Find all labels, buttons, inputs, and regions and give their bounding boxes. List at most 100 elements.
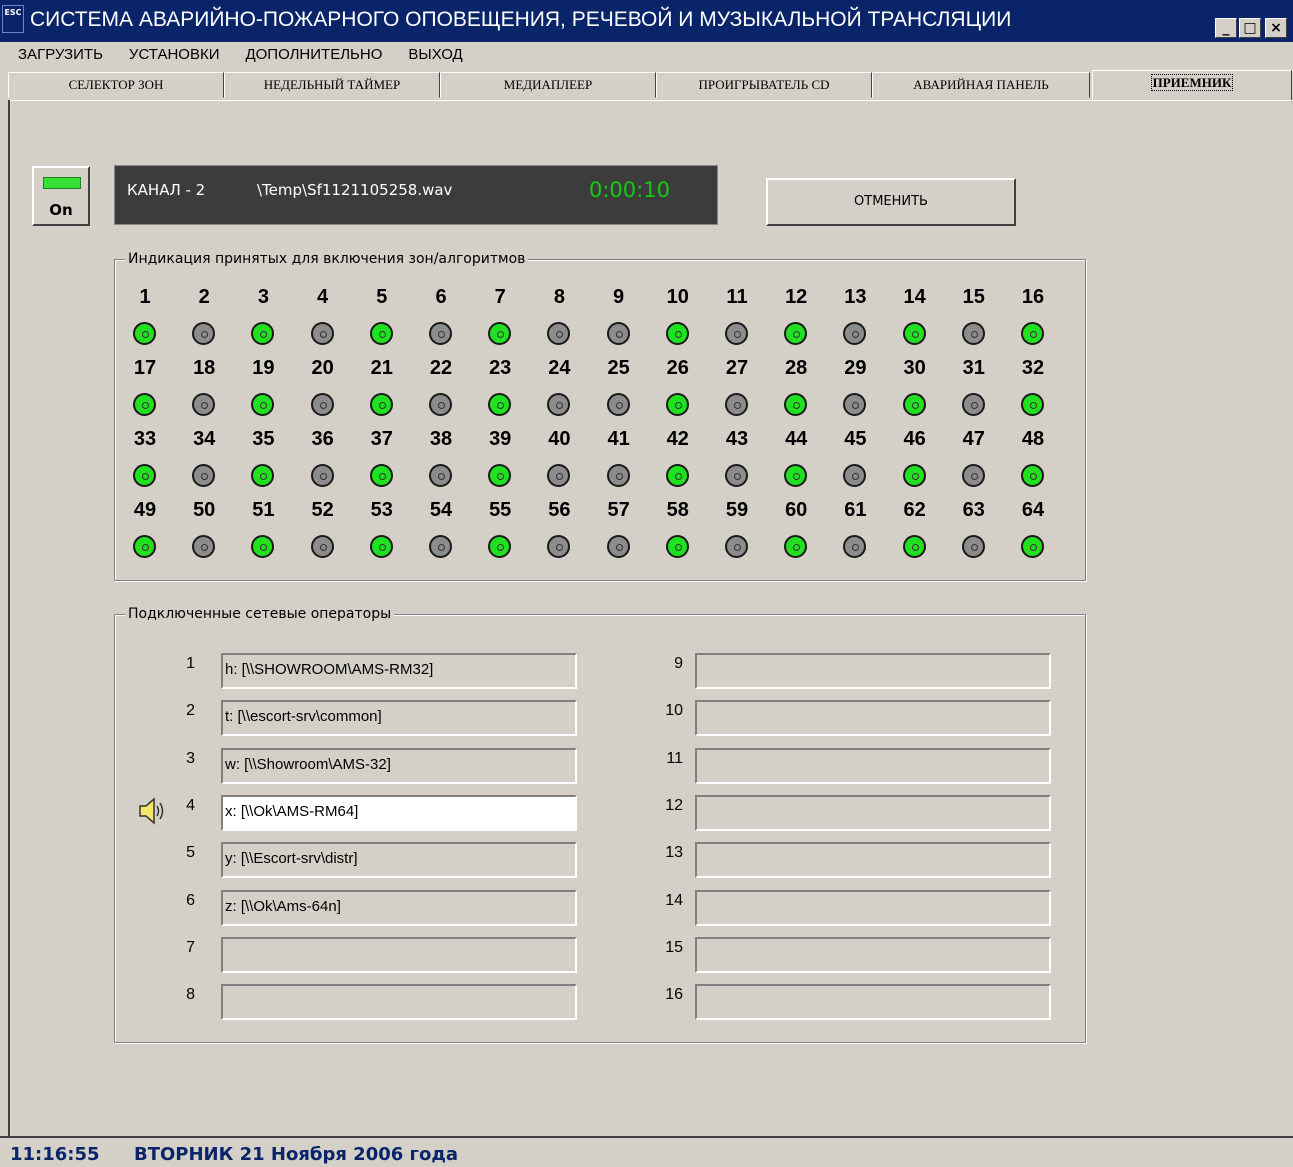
tab-cd-player[interactable]: ПРОИГРЫВАТЕЛЬ CD	[656, 72, 872, 98]
operator-field[interactable]	[221, 936, 577, 973]
zone-number: 26	[666, 357, 689, 379]
zone-number: 24	[548, 357, 571, 379]
operators-legend: Подключенные сетевые операторы	[125, 606, 395, 622]
zone-led	[133, 535, 156, 558]
operator-field[interactable]	[695, 700, 1051, 737]
file-path: \Temp\Sf1121105258.wav	[257, 181, 453, 199]
zone-number: 14	[903, 286, 926, 308]
zone-led	[725, 535, 748, 558]
playback-timer: 0:00:10	[589, 178, 670, 202]
operator-field[interactable]	[695, 936, 1051, 973]
menu-load[interactable]: ЗАГРУЗИТЬ	[0, 46, 111, 63]
channel-label: КАНАЛ - 2	[127, 181, 206, 199]
zone-number: 6	[435, 286, 447, 308]
panel-left-border	[8, 100, 10, 1136]
zone-number: 25	[607, 357, 630, 379]
zone-led	[902, 464, 926, 487]
zone-number: 49	[133, 499, 157, 521]
zone-led	[133, 322, 156, 345]
window-title: СИСТЕМА АВАРИЙНО-ПОЖАРНОГО ОПОВЕЩЕНИЯ, Р…	[30, 8, 1012, 31]
operator-field[interactable]: z: [\\Ok\Ams-64n]	[221, 889, 577, 926]
zone-number: 13	[844, 286, 867, 308]
zone-number: 23	[489, 357, 512, 379]
zone-led	[1021, 464, 1044, 487]
zone-led	[251, 535, 275, 558]
operator-field[interactable]: x: [\\Ok\AMS-RM64]	[221, 794, 577, 831]
zone-number: 47	[962, 428, 985, 450]
zones-legend: Индикация принятых для включения зон/алг…	[125, 251, 529, 267]
zone-led	[961, 464, 985, 487]
operator-number: 4	[186, 796, 195, 814]
on-indicator[interactable]: On	[32, 166, 90, 226]
operator-field[interactable]	[695, 794, 1051, 831]
zone-number: 39	[489, 428, 512, 450]
menu-exit[interactable]: ВЫХОД	[390, 46, 470, 63]
zone-number: 3	[257, 286, 269, 308]
zone-led	[547, 393, 571, 416]
operator-number: 5	[186, 844, 195, 862]
operator-number: 16	[665, 986, 683, 1004]
zone-number: 22	[429, 357, 453, 379]
zone-number: 17	[133, 357, 157, 379]
zone-led	[133, 464, 156, 487]
operator-field[interactable]	[695, 984, 1051, 1021]
zone-number: 11	[726, 286, 748, 308]
menu-additional[interactable]: ДОПОЛНИТЕЛЬНО	[227, 46, 390, 63]
close-button[interactable]: ×	[1265, 18, 1287, 38]
tab-media-player[interactable]: МЕДИАПЛЕЕР	[440, 72, 656, 98]
zone-led	[606, 464, 630, 487]
zone-number: 54	[429, 499, 453, 521]
zone-led	[192, 393, 216, 416]
zone-led	[251, 322, 275, 345]
zone-led	[902, 322, 926, 345]
zone-led	[488, 464, 512, 487]
tab-zone-selector[interactable]: СЕЛЕКТОР ЗОН	[8, 72, 224, 98]
cancel-button[interactable]: ОТМЕНИТЬ	[766, 178, 1016, 226]
status-time: 11:16:55	[10, 1144, 100, 1165]
status-bar: 11:16:55 ВТОРНИК 21 Ноября 2006 года	[0, 1136, 1293, 1167]
zone-led	[547, 464, 571, 487]
zone-led	[310, 322, 334, 345]
zone-number: 43	[725, 428, 749, 450]
operator-field[interactable]: w: [\\Showroom\AMS-32]	[221, 747, 577, 784]
zone-number: 63	[962, 499, 985, 521]
zone-led	[429, 535, 452, 558]
zone-number: 58	[666, 499, 689, 521]
menu-settings[interactable]: УСТАНОВКИ	[111, 46, 228, 63]
operator-field[interactable]: y: [\\Escort-srv\distr]	[221, 842, 577, 879]
operator-number: 7	[186, 938, 195, 956]
operator-field[interactable]	[695, 889, 1051, 926]
zone-number: 45	[844, 428, 867, 450]
zone-led	[902, 535, 926, 558]
zones-group: Индикация принятых для включения зон/алг…	[114, 251, 1086, 581]
zone-number: 10	[666, 286, 689, 308]
zone-led	[429, 322, 452, 345]
zone-number: 38	[429, 428, 453, 450]
tab-emergency-panel[interactable]: АВАРИЙНАЯ ПАНЕЛЬ	[872, 72, 1090, 98]
zone-number: 5	[376, 286, 388, 308]
zone-led	[665, 464, 689, 487]
maximize-button[interactable]: □	[1239, 18, 1261, 38]
operator-field[interactable]	[695, 653, 1051, 689]
minimize-button[interactable]: _	[1215, 18, 1237, 38]
zone-led	[547, 535, 571, 558]
tab-weekly-timer[interactable]: НЕДЕЛЬНЫЙ ТАЙМЕР	[224, 72, 440, 98]
zone-led	[784, 393, 808, 416]
operator-field[interactable]	[221, 984, 577, 1021]
operator-field[interactable]	[695, 747, 1051, 784]
zone-led	[843, 322, 867, 345]
zone-led	[251, 464, 275, 487]
zone-led	[310, 393, 334, 416]
zone-led	[1021, 393, 1044, 416]
zone-number: 59	[725, 499, 749, 521]
operator-field[interactable]: h: [\\SHOWROOM\AMS-RM32]	[221, 653, 577, 689]
operator-field[interactable]: t: [\\escort-srv\common]	[221, 700, 577, 737]
tab-receiver[interactable]: ПРИЕМНИК	[1092, 70, 1292, 102]
zone-number: 41	[607, 428, 630, 450]
app-icon[interactable]: ESC	[2, 5, 24, 33]
zone-number: 2	[198, 286, 210, 308]
zone-number: 29	[844, 357, 867, 379]
operator-field[interactable]	[695, 842, 1051, 879]
zone-led	[784, 464, 808, 487]
zone-led	[665, 393, 689, 416]
